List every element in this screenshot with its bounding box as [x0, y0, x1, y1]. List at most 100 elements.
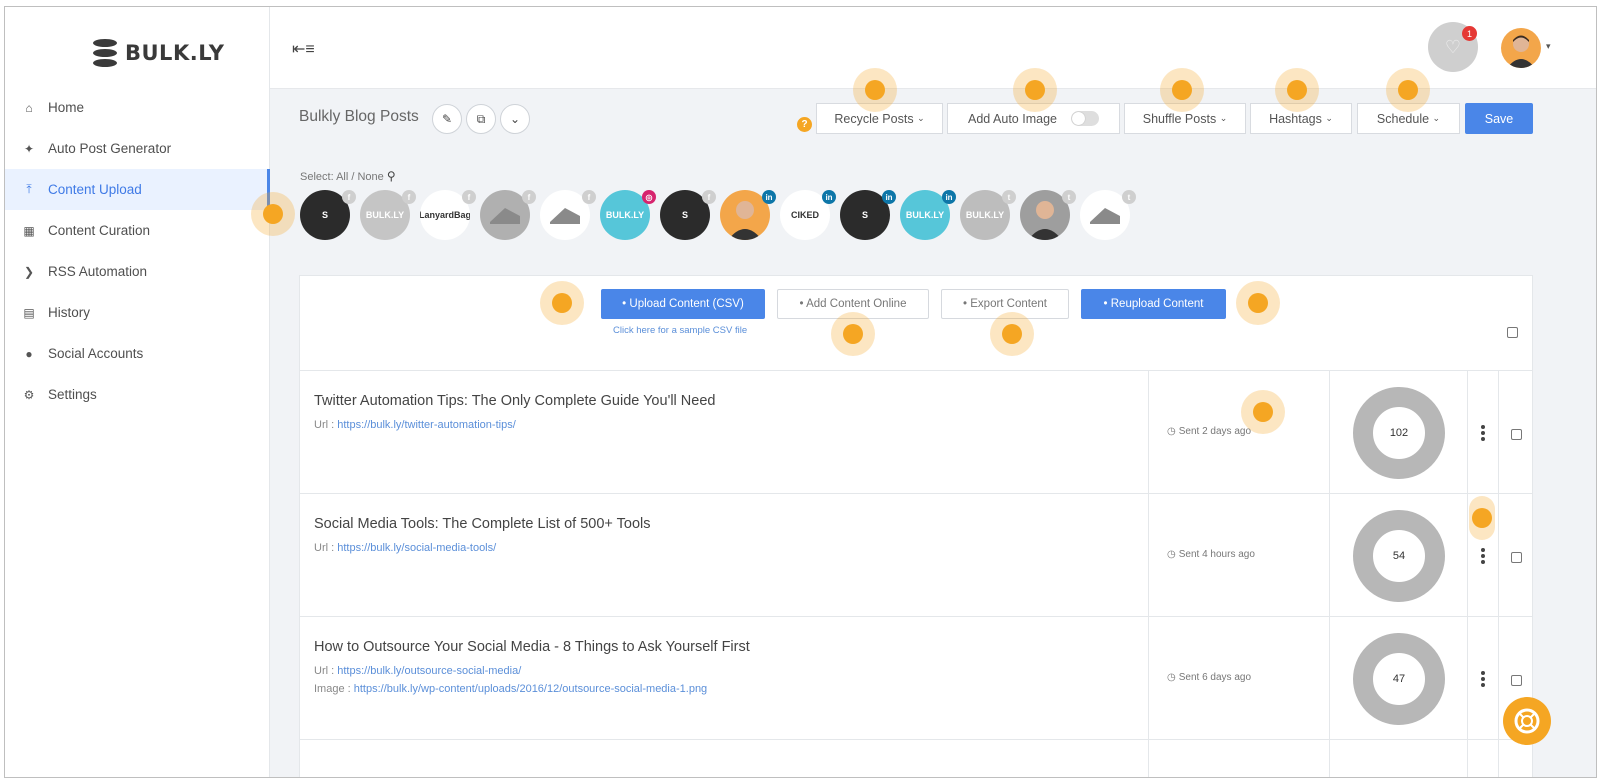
edit-title-button[interactable]: ✎ [432, 104, 462, 134]
column-divider [1148, 740, 1149, 777]
post-image-link[interactable]: https://bulk.ly/wp-content/uploads/2016/… [354, 683, 707, 695]
hashtags-label: Hashtags [1269, 111, 1322, 126]
sidebar-item-rss-automation[interactable]: ❯ RSS Automation [5, 251, 270, 292]
column-divider [1498, 740, 1499, 777]
user-icon: ● [25, 346, 33, 361]
gear-icon: ⚙ [23, 387, 35, 402]
select-all-checkbox[interactable] [1507, 327, 1518, 338]
notification-count-badge: 1 [1462, 26, 1477, 41]
user-avatar[interactable] [1501, 28, 1541, 68]
account-name: BULK.LY [905, 210, 945, 220]
post-url: Url : https://bulk.ly/twitter-automation… [314, 419, 516, 431]
tutorial-hotspot[interactable] [540, 281, 584, 325]
column-divider [1329, 740, 1330, 777]
facebook-icon: f [582, 190, 596, 204]
post-url-link[interactable]: https://bulk.ly/outsource-social-media/ [337, 665, 521, 677]
chevron-down-icon: ⌄ [1325, 113, 1333, 123]
column-divider [1467, 494, 1468, 616]
sidebar-item-label: RSS Automation [48, 264, 148, 279]
help-icon[interactable]: ? [797, 117, 812, 132]
tutorial-hotspot[interactable] [1275, 68, 1319, 112]
tutorial-hotspot[interactable] [853, 68, 897, 112]
table-row: Twitter Automation Tips: The Only Comple… [299, 370, 1533, 493]
image-label: Image : [314, 683, 351, 695]
post-url-link[interactable]: https://bulk.ly/twitter-automation-tips/ [337, 419, 516, 431]
sidebar-item-label: Auto Post Generator [48, 141, 172, 156]
tutorial-hotspot[interactable] [990, 312, 1034, 356]
upload-csv-button[interactable]: • Upload Content (CSV) [601, 289, 765, 319]
account-name: LanyardBag [420, 210, 470, 220]
select-all-none[interactable]: Select: All / None ⚲ [300, 169, 396, 183]
sample-csv-link[interactable]: Click here for a sample CSV file [613, 325, 747, 336]
post-title: How to Outsource Your Social Media - 8 T… [314, 639, 750, 655]
facebook-icon: f [402, 190, 416, 204]
row-menu-icon[interactable] [1481, 425, 1487, 443]
clock-icon: ◷ [1167, 426, 1176, 437]
column-divider [1498, 371, 1499, 493]
facebook-icon: f [462, 190, 476, 204]
post-count: 47 [1392, 673, 1406, 685]
column-divider [1148, 617, 1149, 739]
brand-logo[interactable]: BULK.LY [93, 39, 225, 67]
account-name: S [681, 210, 688, 220]
sent-label: Sent 4 hours ago [1178, 549, 1255, 560]
home-icon: ⌂ [25, 100, 33, 115]
tutorial-hotspot[interactable] [1386, 68, 1430, 112]
table-row: How to Outsource Your Social Media - 8 T… [299, 616, 1533, 739]
tutorial-hotspot[interactable] [1241, 390, 1285, 434]
sidebar-collapse-icon[interactable]: ⇤≡ [292, 39, 315, 59]
user-menu-caret-icon[interactable]: ▾ [1546, 41, 1551, 52]
sidebar-item-settings[interactable]: ⚙ Settings [5, 374, 270, 415]
sidebar-nav: ⌂ Home ✦ Auto Post Generator ⤒ Content U… [5, 87, 270, 415]
post-url-link[interactable]: https://bulk.ly/social-media-tools/ [337, 542, 496, 554]
auto-image-switch[interactable] [1070, 111, 1099, 126]
account-name: CIKED [790, 210, 819, 220]
schedule-label: Schedule [1376, 111, 1430, 126]
clock-icon: ◷ [1167, 672, 1176, 683]
twitter-icon: t [1002, 190, 1016, 204]
tutorial-hotspot[interactable] [1469, 496, 1495, 540]
tutorial-hotspot[interactable] [251, 192, 295, 236]
account-name: BULK.LY [965, 210, 1005, 220]
tutorial-hotspot[interactable] [831, 312, 875, 356]
save-button[interactable]: Save [1465, 103, 1533, 134]
account-name: BULK.LY [605, 210, 645, 220]
copy-icon: ⧉ [476, 111, 486, 126]
twitter-icon: t [1062, 190, 1076, 204]
sidebar-item-content-curation[interactable]: ▦ Content Curation [5, 210, 270, 251]
tutorial-hotspot[interactable] [1236, 281, 1280, 325]
document-icon: ▦ [23, 223, 35, 238]
tutorial-hotspot[interactable] [1013, 68, 1057, 112]
reupload-content-button[interactable]: • Reupload Content [1081, 289, 1226, 319]
post-title: Social Media Tools: The Complete List of… [314, 516, 651, 532]
table-row: Social Media Tools: The Complete List of… [299, 493, 1533, 616]
upload-icon: ⤒ [26, 182, 32, 196]
column-divider [1467, 617, 1468, 739]
support-lifebuoy-icon[interactable] [1503, 697, 1551, 745]
sidebar-item-social-accounts[interactable]: ● Social Accounts [5, 333, 270, 374]
sidebar-item-label: Settings [48, 387, 97, 402]
url-label: Url : [314, 542, 335, 554]
sidebar-item-home[interactable]: ⌂ Home [5, 87, 270, 128]
row-menu-icon[interactable] [1481, 548, 1487, 566]
sidebar-item-history[interactable]: ▤ History [5, 292, 270, 333]
column-divider [1329, 617, 1330, 739]
sidebar-item-content-upload[interactable]: ⤒ Content Upload [5, 169, 270, 210]
linkedin-icon: in [822, 190, 836, 204]
recycle-posts-label: Recycle Posts [834, 111, 914, 126]
linkedin-icon: in [942, 190, 956, 204]
linkedin-icon: in [762, 190, 776, 204]
row-menu-icon[interactable] [1481, 671, 1487, 689]
sidebar-item-auto-post-generator[interactable]: ✦ Auto Post Generator [5, 128, 270, 169]
column-divider [1498, 617, 1499, 739]
sent-label: Sent 2 days ago [1178, 426, 1252, 437]
duplicate-button[interactable]: ⧉ [466, 104, 496, 134]
add-auto-image-label: Add Auto Image [968, 111, 1057, 126]
row-checkbox[interactable] [1511, 552, 1522, 563]
row-checkbox[interactable] [1511, 675, 1522, 686]
chevron-down-icon: ⌄ [1219, 113, 1228, 123]
tutorial-hotspot[interactable] [1160, 68, 1204, 112]
search-icon[interactable]: ⚲ [387, 169, 396, 183]
more-options-button[interactable]: ⌄ [500, 104, 530, 134]
row-checkbox[interactable] [1511, 429, 1522, 440]
